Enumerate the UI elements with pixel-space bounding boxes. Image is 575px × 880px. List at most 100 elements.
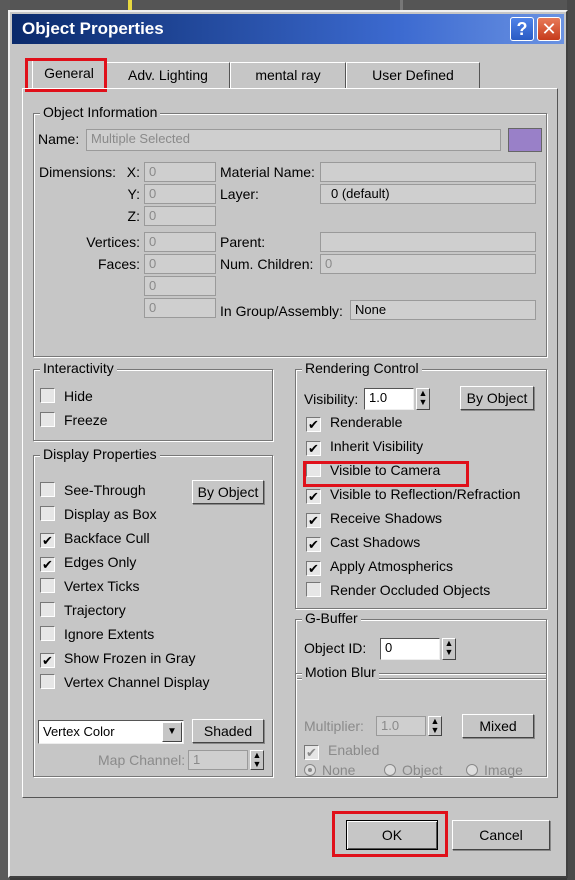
- title-bar[interactable]: Object Properties ? ✕: [12, 14, 564, 44]
- checkbox-label: Display as Box: [64, 506, 157, 522]
- checkbox-label: Ignore Extents: [64, 626, 155, 642]
- tab-panel-general: Object Information Name: Multiple Select…: [22, 88, 558, 798]
- mixed-button[interactable]: Mixed: [462, 714, 534, 738]
- highlight-ok-button: [332, 811, 448, 857]
- checkbox-box: ✔: [40, 557, 55, 572]
- x-field: 0: [144, 162, 216, 182]
- object-properties-dialog: Object Properties ? ✕ General Adv. Light…: [8, 10, 568, 878]
- object-color-swatch[interactable]: [508, 128, 542, 152]
- checkbox-box: [40, 506, 55, 521]
- visibility-field[interactable]: 1.0: [364, 388, 414, 410]
- radio-image[interactable]: Image: [466, 762, 523, 778]
- in-group-label: In Group/Assembly:: [220, 303, 343, 319]
- background-strip: [0, 0, 575, 10]
- enabled-checkbox: ✔ Enabled: [304, 742, 379, 760]
- checkbox-label: Backface Cull: [64, 530, 150, 546]
- checkbox-box: ✔: [304, 745, 319, 760]
- object-id-label: Object ID:: [304, 640, 367, 656]
- display-as-box-checkbox[interactable]: Display as Box: [40, 506, 157, 524]
- layer-field[interactable]: 0 (default): [320, 184, 536, 204]
- hide-checkbox[interactable]: Hide: [40, 388, 93, 406]
- object-id-spinner[interactable]: ▲ ▼: [442, 638, 456, 660]
- vertex-color-value: Vertex Color: [43, 724, 115, 739]
- checkbox-label: Apply Atmospherics: [330, 558, 453, 574]
- checkbox-box: [40, 578, 55, 593]
- checkbox-label: Visible to Reflection/Refraction: [330, 486, 521, 502]
- freeze-checkbox[interactable]: Freeze: [40, 412, 108, 430]
- object-information-group: Object Information Name: Multiple Select…: [33, 104, 547, 357]
- vertex-color-select[interactable]: Vertex Color ▼: [38, 720, 184, 744]
- checkbox-box: [40, 674, 55, 689]
- chevron-down-icon[interactable]: ▼: [162, 722, 182, 742]
- ignore-extents-checkbox[interactable]: Ignore Extents: [40, 626, 154, 644]
- radio-image-label: Image: [484, 762, 523, 778]
- backface-cull-checkbox[interactable]: ✔ Backface Cull: [40, 530, 150, 548]
- x-label: X:: [126, 164, 140, 180]
- z-field: 0: [144, 206, 216, 226]
- checkbox-label: Trajectory: [64, 602, 126, 618]
- group-title: G-Buffer: [302, 610, 361, 626]
- checkbox-label: Renderable: [330, 414, 403, 430]
- visibility-label: Visibility:: [304, 391, 359, 407]
- apply-atmospherics-checkbox[interactable]: ✔ Apply Atmospherics: [306, 558, 453, 576]
- display-by-object-button[interactable]: By Object: [192, 480, 264, 504]
- visible-to-reflection-refraction-checkbox[interactable]: ✔ Visible to Reflection/Refraction: [306, 486, 520, 504]
- multiplier-label: Multiplier:: [304, 718, 364, 734]
- cancel-button[interactable]: Cancel: [452, 820, 550, 850]
- help-button[interactable]: ?: [510, 17, 534, 41]
- radio-dot: [466, 764, 478, 776]
- rendering-control-group: Rendering Control Visibility: 1.0 ▲ ▼ By …: [295, 360, 547, 609]
- radio-dot: [304, 764, 316, 776]
- checkbox-label: Show Frozen in Gray: [64, 650, 196, 666]
- radio-object-label: Object: [402, 762, 443, 778]
- freeze-label: Freeze: [64, 412, 108, 428]
- tab-mental-ray[interactable]: mental ray: [230, 62, 346, 88]
- y-label: Y:: [127, 186, 140, 202]
- material-name-field: [320, 162, 536, 182]
- object-id-field[interactable]: 0: [380, 638, 440, 660]
- name-field[interactable]: Multiple Selected: [86, 129, 501, 151]
- visibility-spinner[interactable]: ▲ ▼: [416, 388, 430, 410]
- checkbox-label: Vertex Ticks: [64, 578, 140, 594]
- edges-only-checkbox[interactable]: ✔ Edges Only: [40, 554, 136, 572]
- show-frozen-in-gray-checkbox[interactable]: ✔ Show Frozen in Gray: [40, 650, 196, 668]
- map-channel-label: Map Channel:: [98, 752, 186, 768]
- checkbox-box: ✔: [40, 533, 55, 548]
- dimensions-label: Dimensions:: [38, 164, 116, 180]
- map-channel-field: 1: [188, 750, 248, 770]
- checkbox-box: ✔: [306, 561, 321, 576]
- enabled-label: Enabled: [328, 742, 380, 758]
- group-title: Display Properties: [40, 446, 160, 462]
- radio-dot: [384, 764, 396, 776]
- radio-none[interactable]: None: [304, 762, 355, 778]
- tab-adv-lighting[interactable]: Adv. Lighting: [106, 62, 230, 88]
- highlight-general-tab: [25, 58, 107, 92]
- shaded-button[interactable]: Shaded: [192, 719, 264, 743]
- tab-user-defined[interactable]: User Defined: [346, 62, 480, 88]
- see-through-checkbox[interactable]: See-Through: [40, 482, 146, 500]
- parent-label: Parent:: [220, 234, 266, 250]
- checkbox-box: [40, 482, 55, 497]
- trajectory-checkbox[interactable]: Trajectory: [40, 602, 126, 620]
- inherit-visibility-checkbox[interactable]: ✔ Inherit Visibility: [306, 438, 423, 456]
- renderable-checkbox[interactable]: ✔ Renderable: [306, 414, 402, 432]
- group-title: Object Information: [40, 104, 161, 120]
- close-button[interactable]: ✕: [537, 17, 561, 41]
- receive-shadows-checkbox[interactable]: ✔ Receive Shadows: [306, 510, 442, 528]
- multiplier-spinner[interactable]: ▲ ▼: [428, 716, 442, 736]
- cast-shadows-checkbox[interactable]: ✔ Cast Shadows: [306, 534, 420, 552]
- checkbox-box: ✔: [306, 417, 321, 432]
- vertex-ticks-checkbox[interactable]: Vertex Ticks: [40, 578, 139, 596]
- render-occluded-objects-checkbox[interactable]: Render Occluded Objects: [306, 582, 490, 600]
- radio-object[interactable]: Object: [384, 762, 442, 778]
- multiplier-field: 1.0: [376, 716, 426, 736]
- close-icon: ✕: [541, 19, 557, 39]
- vertex-channel-display-checkbox[interactable]: Vertex Channel Display: [40, 674, 210, 692]
- faces-field: 0: [144, 254, 216, 274]
- checkbox-box: ✔: [306, 489, 321, 504]
- rendering-by-object-button[interactable]: By Object: [460, 386, 534, 410]
- checkbox-box: ✔: [306, 441, 321, 456]
- display-properties-group: Display Properties By Object See-Through…: [33, 446, 273, 777]
- map-channel-spinner[interactable]: ▲ ▼: [250, 750, 264, 770]
- extra-field-2: 0: [144, 298, 216, 318]
